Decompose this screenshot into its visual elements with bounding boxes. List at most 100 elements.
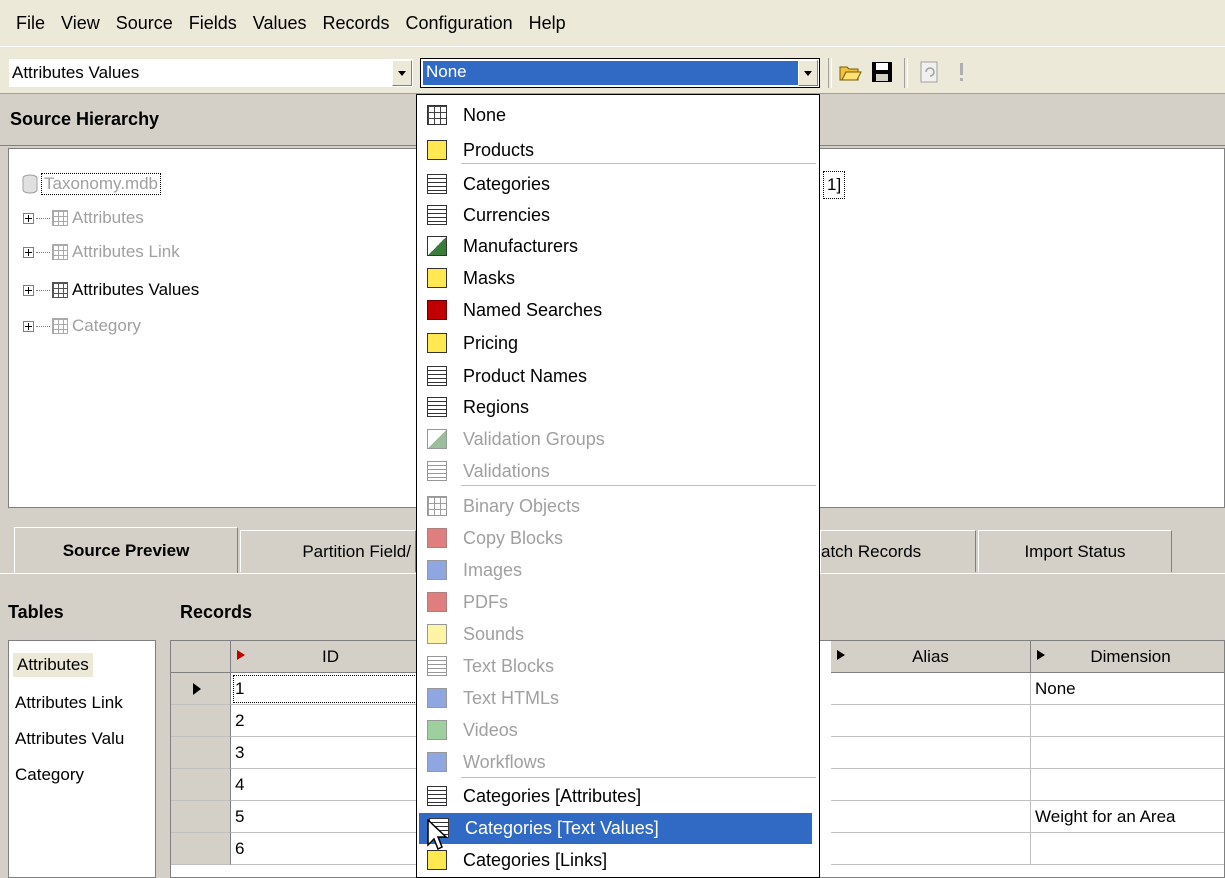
menu-view[interactable]: View (53, 13, 108, 34)
row-selector[interactable] (171, 737, 231, 769)
row-selector[interactable] (171, 673, 231, 705)
cell-id[interactable]: 3 (231, 737, 431, 769)
dropdown-item[interactable]: Text Blocks (417, 651, 819, 682)
row-selector[interactable] (171, 769, 231, 801)
row-selector[interactable] (171, 705, 231, 737)
menu-values[interactable]: Values (245, 13, 315, 34)
save-icon[interactable] (870, 60, 894, 84)
dropdown-item-label: Pricing (463, 333, 519, 353)
sound-icon (427, 624, 447, 644)
dropdown-item[interactable]: Currencies (417, 200, 819, 231)
gear-icon (427, 300, 447, 320)
dropdown-item-label: Sounds (463, 624, 525, 644)
lookup-table-dropdown-list[interactable]: None Products Categories Currencies Manufact… (416, 94, 820, 878)
menu-file[interactable]: File (8, 13, 53, 34)
dropdown-item[interactable]: Categories (417, 169, 819, 200)
dropdown-item[interactable]: Binary Objects (417, 491, 819, 522)
dropdown-item[interactable]: Validation Groups (417, 424, 819, 455)
dropdown-item[interactable]: Categories [Text Values] (419, 813, 812, 844)
cell-dimension[interactable] (1031, 737, 1224, 769)
execute-icon[interactable] (950, 60, 974, 84)
cell-id[interactable]: 1 (231, 673, 431, 705)
cell-id[interactable]: 6 (231, 833, 431, 865)
sort-indicator-icon (837, 650, 845, 660)
lookup-table-combo[interactable]: None (420, 58, 820, 88)
dropdown-item[interactable]: Text HTMLs (417, 683, 819, 714)
current-row-icon (193, 683, 201, 695)
cell-alias[interactable] (831, 705, 1031, 737)
dropdown-item[interactable]: Named Searches (417, 295, 819, 326)
expand-icon[interactable] (23, 246, 34, 258)
menu-records[interactable]: Records (314, 13, 397, 34)
dropdown-item[interactable]: Products (417, 135, 819, 166)
dropdown-item[interactable]: Categories [Links] (417, 845, 819, 876)
tab-source-preview[interactable]: Source Preview (14, 527, 238, 573)
table-icon (52, 282, 68, 298)
cell-id[interactable]: 2 (231, 705, 431, 737)
sort-indicator-icon (237, 650, 245, 660)
menu-source[interactable]: Source (108, 13, 181, 34)
dropdown-item[interactable]: Product Names (417, 361, 819, 392)
dropdown-item[interactable]: Videos (417, 715, 819, 746)
cell-dimension[interactable]: Weight for an Area (1031, 801, 1224, 833)
cell-dimension[interactable] (1031, 705, 1224, 737)
cell-alias[interactable] (831, 673, 1031, 705)
source-table-combo-arrow-icon[interactable] (392, 60, 412, 86)
cell-dimension[interactable] (1031, 833, 1224, 865)
dropdown-item[interactable]: Validations (417, 456, 819, 487)
pdf-icon (427, 592, 447, 612)
video-icon (427, 720, 447, 740)
dropdown-item[interactable]: Sounds (417, 619, 819, 650)
refresh-icon[interactable] (918, 60, 942, 84)
dropdown-item[interactable]: PDFs (417, 587, 819, 618)
column-header-id[interactable]: ID (231, 641, 431, 673)
lookup-table-combo-arrow-icon[interactable] (798, 60, 818, 86)
dropdown-item[interactable]: Regions (417, 392, 819, 423)
dropdown-item[interactable]: Copy Blocks (417, 523, 819, 554)
cell-id[interactable]: 5 (231, 801, 431, 833)
cell-alias[interactable] (831, 801, 1031, 833)
dropdown-item[interactable]: Workflows (417, 747, 819, 778)
dropdown-item[interactable]: Manufacturers (417, 231, 819, 262)
dropdown-item-label: Categories [Links] (463, 850, 608, 870)
tree-root[interactable]: Taxonomy.mdb (21, 171, 162, 197)
expand-icon[interactable] (23, 212, 34, 224)
column-header-dimension[interactable]: Dimension (1031, 641, 1224, 673)
dropdown-item[interactable]: Images (417, 555, 819, 586)
menu-fields[interactable]: Fields (181, 13, 245, 34)
tab-match-records[interactable]: atch Records (820, 530, 976, 572)
tables-list-item[interactable]: Attributes (13, 653, 93, 677)
dropdown-item[interactable]: Pricing (417, 328, 819, 359)
tables-list[interactable]: Attributes Attributes Link Attributes Va… (8, 640, 156, 878)
tree-node-fragment[interactable]: 1] (823, 171, 846, 199)
row-selector[interactable] (171, 833, 231, 865)
cell-id[interactable]: 4 (231, 769, 431, 801)
tables-list-item[interactable]: Attributes Link (15, 693, 155, 713)
tab-import-status[interactable]: Import Status (978, 530, 1172, 572)
source-table-combo[interactable]: Attributes Values (8, 58, 414, 88)
expand-icon[interactable] (23, 284, 34, 296)
cell-alias[interactable] (831, 833, 1031, 865)
tree-node-attributes-values[interactable]: Attributes Values (23, 277, 199, 303)
dropdown-item[interactable]: Categories [Attributes] (417, 781, 819, 812)
tree-node-attributes[interactable]: Attributes (23, 205, 144, 231)
menu-help[interactable]: Help (521, 13, 574, 34)
document-icon (427, 205, 447, 225)
dropdown-item-label: Categories (463, 174, 551, 194)
expand-icon[interactable] (23, 320, 34, 332)
dropdown-item[interactable]: None (417, 100, 819, 131)
tables-list-item[interactable]: Category (15, 765, 155, 785)
tree-node-category[interactable]: Category (23, 313, 141, 339)
row-selector[interactable] (171, 801, 231, 833)
tree-node-attributes-link[interactable]: Attributes Link (23, 239, 180, 265)
tab-partition-field[interactable]: Partition Field/ (240, 530, 416, 572)
cell-dimension[interactable] (1031, 769, 1224, 801)
tables-list-item[interactable]: Attributes Valu (15, 729, 155, 749)
column-header-alias[interactable]: Alias (831, 641, 1031, 673)
cell-alias[interactable] (831, 769, 1031, 801)
cell-alias[interactable] (831, 737, 1031, 769)
menu-configuration[interactable]: Configuration (398, 13, 521, 34)
dropdown-item[interactable]: Masks (417, 263, 819, 294)
cell-dimension[interactable]: None (1031, 673, 1224, 705)
open-folder-icon[interactable] (838, 60, 862, 84)
